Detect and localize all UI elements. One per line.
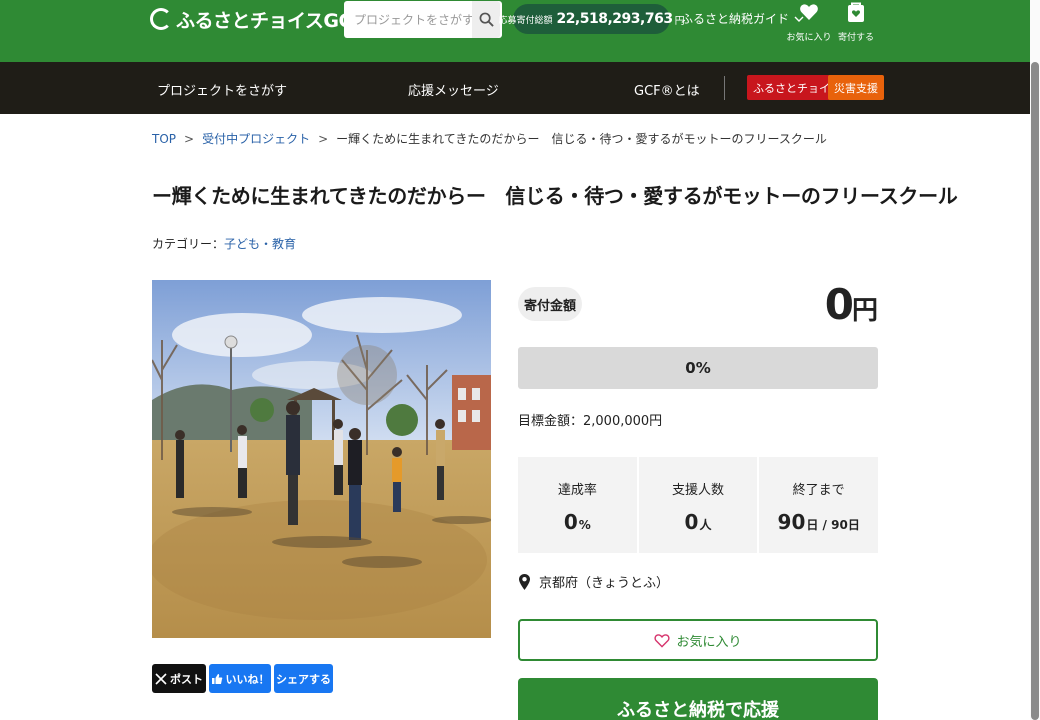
heart-icon	[800, 4, 818, 21]
nav-item-find-projects[interactable]: プロジェクトをさがす	[157, 80, 287, 99]
logo-mark-icon	[150, 8, 172, 30]
funding-progress-bar: 0%	[518, 347, 878, 389]
project-location: 京都府（きょうとふ）	[518, 572, 669, 591]
total-donations-amount: 22,518,293,763	[556, 11, 673, 27]
stat-days-remaining: 終了まで 90 日 / 90日	[759, 457, 879, 553]
donation-amount-label: 寄付金額	[518, 287, 582, 321]
support-button-label: ふるさと納税で応援	[617, 700, 779, 720]
location-text: 京都府（きょうとふ）	[539, 576, 670, 591]
add-favorite-button[interactable]: お気に入り	[518, 619, 878, 661]
main-nav: プロジェクトをさがす 応援メッセージ GCF®とは ふるさとチョイス 災害支援	[0, 62, 1030, 114]
site-header: ふるさとチョイスGCF ® 応募寄付総額 22,518,293,763 円 ふる…	[0, 0, 1030, 62]
stat-achievement-rate: 達成率 0%	[518, 457, 637, 553]
total-donations-label: 応募寄付総額	[498, 15, 553, 26]
search-box	[344, 1, 502, 38]
search-input[interactable]	[344, 2, 472, 37]
total-donations-badge: 応募寄付総額 22,518,293,763 円	[498, 4, 685, 34]
facebook-like-button[interactable]: いいね！	[209, 664, 271, 693]
share-button[interactable]: シェアする	[274, 664, 333, 693]
donation-amount-value: 0	[824, 280, 854, 329]
project-photo	[152, 280, 491, 638]
logo-text: ふるさとチョイスGCF	[176, 9, 365, 32]
breadcrumb: TOP > 受付中プロジェクト > ー輝くために生まれてきたのだからー 信じる・…	[152, 130, 827, 147]
park-scene-image	[152, 280, 491, 638]
stat-supporters: 支援人数 0人	[638, 457, 758, 553]
donate-label: 寄付する	[837, 33, 874, 43]
scrollbar-thumb[interactable]	[1031, 62, 1039, 720]
favorites-link[interactable]: お気に入り	[786, 0, 832, 43]
favorites-label: お気に入り	[786, 33, 832, 43]
stat-value: 0	[684, 510, 699, 534]
breadcrumb-separator: >	[184, 131, 195, 146]
breadcrumb-top[interactable]: TOP	[152, 132, 176, 146]
x-logo-icon	[155, 672, 167, 685]
nav-divider	[724, 76, 725, 100]
stat-unit: 日 / 90日	[806, 518, 860, 532]
furusato-guide-menu[interactable]: ふるさと納税ガイド	[681, 10, 804, 27]
stat-label: 終了まで	[792, 483, 845, 498]
page-title: ー輝くために生まれてきたのだからー 信じる・待つ・愛するがモットーのフリースクー…	[152, 184, 958, 208]
donate-link[interactable]: 寄付する	[836, 0, 876, 43]
add-favorite-label: お気に入り	[676, 634, 742, 650]
category-label: カテゴリー：	[152, 237, 225, 251]
search-icon	[479, 12, 494, 27]
furusato-tax-support-button[interactable]: ふるさと納税で応援	[518, 678, 878, 720]
nav-item-about-gcf[interactable]: GCF®とは	[634, 80, 700, 99]
funding-stats: 達成率 0% 支援人数 0人 終了まで 90 日 / 90日	[518, 457, 879, 553]
share-label: シェアする	[276, 672, 331, 686]
x-post-label: ポスト	[170, 672, 203, 686]
stat-label: 達成率	[557, 483, 597, 498]
breadcrumb-separator: >	[318, 131, 329, 146]
search-button[interactable]	[472, 1, 500, 38]
stat-value: 0	[563, 510, 578, 534]
heart-outline-icon	[654, 633, 671, 648]
location-pin-icon	[519, 573, 530, 590]
category-line: カテゴリー：子ども・教育	[152, 235, 296, 252]
facebook-like-label: いいね！	[225, 672, 270, 686]
stat-unit: 人	[699, 518, 712, 532]
site-logo[interactable]: ふるさとチョイスGCF ®	[150, 4, 372, 34]
donation-amount-unit: 円	[851, 296, 878, 326]
x-post-button[interactable]: ポスト	[152, 664, 206, 693]
funding-progress-text: 0%	[685, 359, 711, 377]
category-link[interactable]: 子ども・教育	[224, 237, 296, 251]
stat-unit: %	[578, 518, 591, 532]
stat-label: 支援人数	[672, 483, 725, 498]
donation-amount: 0 円	[825, 280, 878, 329]
goal-amount: 目標金額：2,000,000円	[518, 414, 663, 429]
thumbs-up-icon	[211, 673, 222, 684]
breadcrumb-current: ー輝くために生まれてきたのだからー 信じる・待つ・愛するがモットーのフリースクー…	[336, 132, 827, 146]
donate-bag-icon	[848, 2, 864, 22]
nav-item-support-messages[interactable]: 応援メッセージ	[408, 80, 499, 99]
breadcrumb-accepting-projects[interactable]: 受付中プロジェクト	[202, 130, 310, 147]
disaster-support-badge[interactable]: 災害支援	[828, 75, 884, 100]
furusato-guide-label: ふるさと納税ガイド	[681, 12, 790, 26]
stat-value: 90	[777, 510, 806, 534]
